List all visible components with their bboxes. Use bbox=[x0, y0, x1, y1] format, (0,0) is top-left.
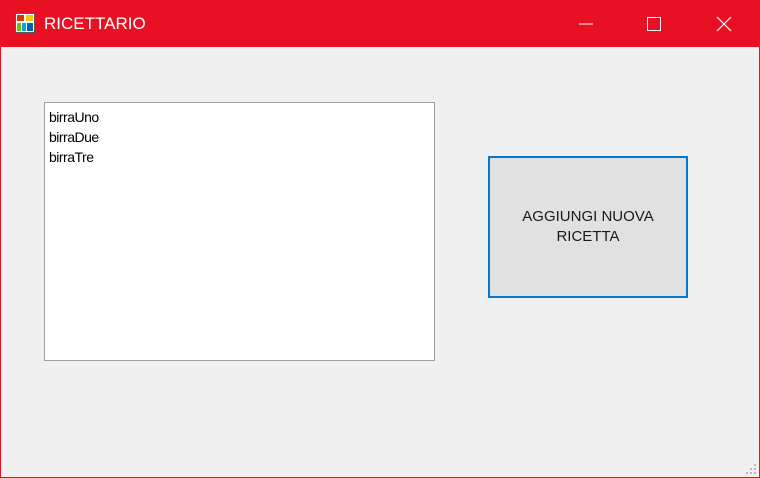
minimize-icon bbox=[579, 23, 593, 25]
minimize-button[interactable] bbox=[551, 1, 621, 47]
maximize-icon bbox=[647, 17, 661, 31]
add-recipe-button-label: AGGIUNGI NUOVA RICETTA bbox=[522, 208, 654, 245]
add-recipe-button[interactable]: AGGIUNGI NUOVA RICETTA bbox=[488, 156, 688, 298]
recipe-listbox[interactable]: birraUno birraDue birraTre bbox=[44, 102, 435, 361]
maximize-button[interactable] bbox=[619, 1, 689, 47]
window-title: RICETTARIO bbox=[44, 14, 146, 33]
app-icon bbox=[15, 13, 35, 33]
resize-grip-icon[interactable] bbox=[745, 463, 757, 475]
list-item[interactable]: birraUno bbox=[49, 107, 99, 127]
main-window: RICETTARIO birraUno birraDue birraTre AG… bbox=[0, 0, 760, 478]
close-icon bbox=[716, 16, 732, 32]
title-bar[interactable]: RICETTARIO bbox=[1, 1, 759, 47]
close-button[interactable] bbox=[689, 1, 759, 47]
list-item[interactable]: birraDue bbox=[49, 127, 99, 147]
list-item[interactable]: birraTre bbox=[49, 147, 94, 167]
